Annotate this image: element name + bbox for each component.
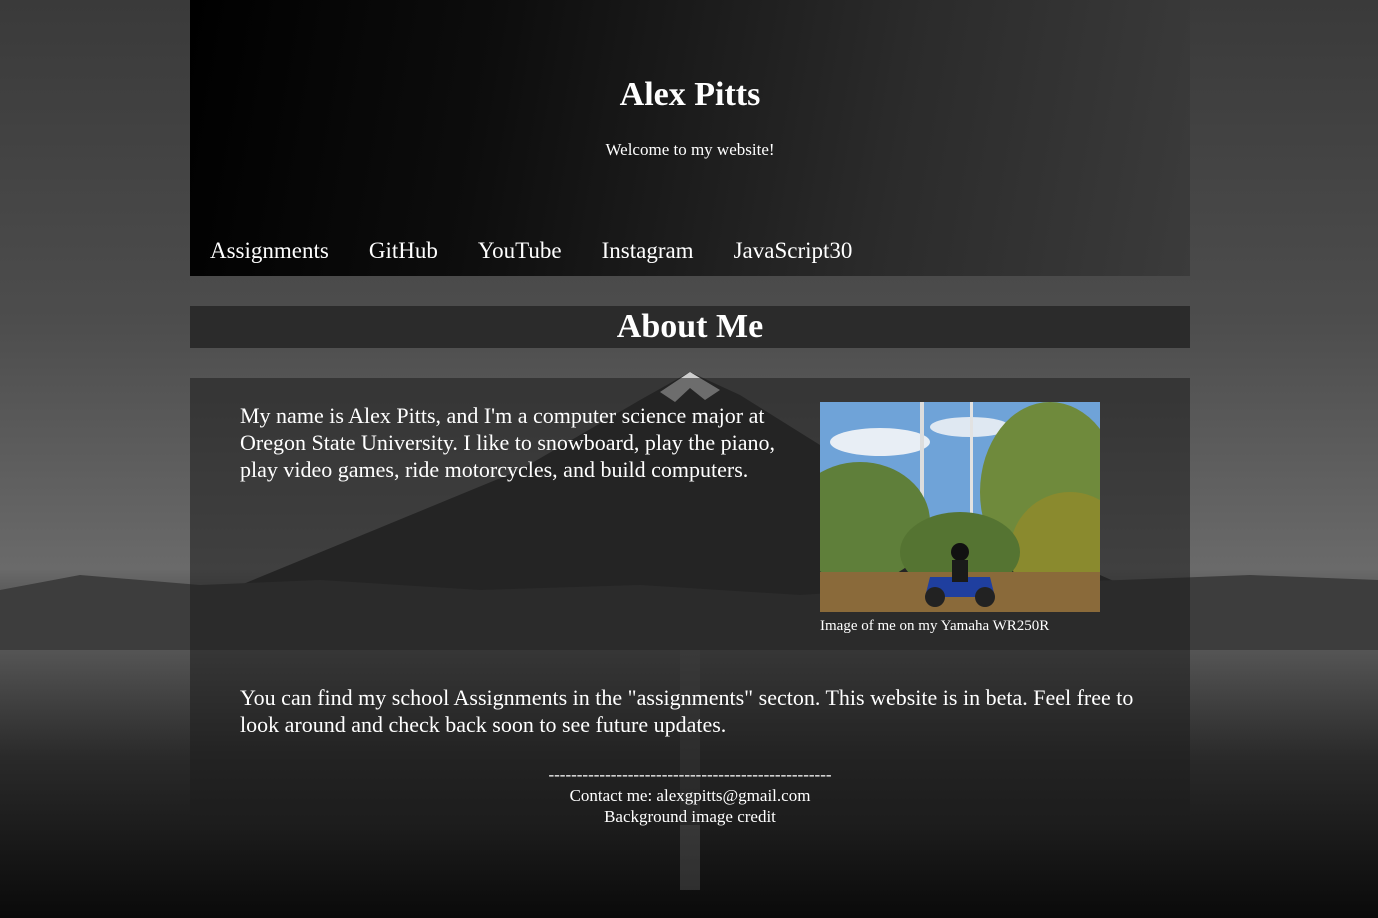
about-title: About Me: [616, 308, 764, 345]
nav-github-link[interactable]: GitHub: [369, 238, 438, 264]
contact-email[interactable]: Contact me: alexgpitts@gmail.com: [190, 785, 1190, 806]
photo-caption: Image of me on my Yamaha WR250R: [820, 618, 1050, 634]
motorcycle-photo: [820, 402, 1100, 612]
site-title: Alex Pitts: [619, 76, 761, 113]
site-tagline: Welcome to my website!: [605, 140, 775, 159]
main-nav: Assignments GitHub YouTube Instagram Jav…: [210, 238, 892, 264]
background-credit-link[interactable]: Background image credit: [190, 806, 1190, 827]
intro-paragraph: My name is Alex Pitts, and I'm a compute…: [240, 403, 776, 482]
footer-divider: ----------------------------------------…: [548, 765, 832, 784]
more-info-paragraph: You can find my school Assignments in th…: [240, 685, 1134, 737]
about-content: My name is Alex Pitts, and I'm a compute…: [190, 378, 1190, 827]
nav-instagram-link[interactable]: Instagram: [602, 238, 694, 264]
site-header: Alex Pitts Welcome to my website! Assign…: [190, 0, 1190, 276]
nav-youtube-link[interactable]: YouTube: [478, 238, 562, 264]
about-heading-bar: About Me: [190, 306, 1190, 348]
nav-assignments-link[interactable]: Assignments: [210, 238, 329, 264]
footer: ----------------------------------------…: [190, 764, 1190, 827]
nav-javascript30-link[interactable]: JavaScript30: [734, 238, 853, 264]
